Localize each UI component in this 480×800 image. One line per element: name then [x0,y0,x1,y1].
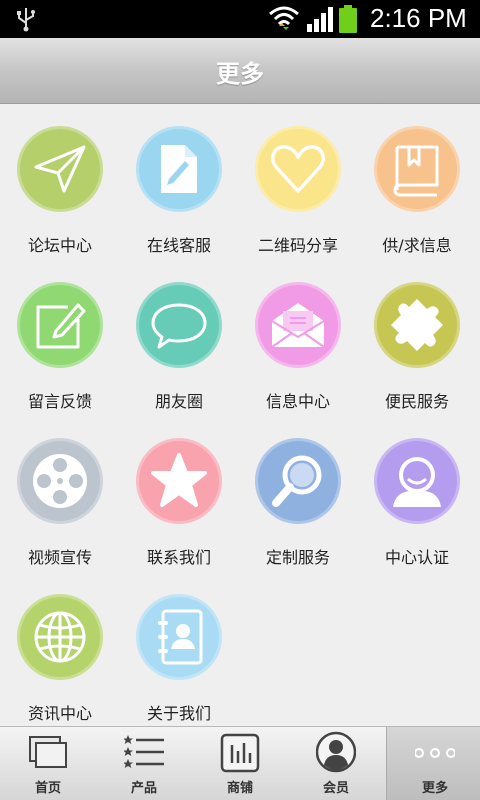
heart-icon [271,145,325,193]
more-dots-icon [415,748,455,758]
tile-message-center[interactable]: 信息中心 [238,260,358,416]
user-icon [393,457,441,507]
page-header: 更多 [0,38,480,104]
document-edit-icon [161,145,197,193]
tile-label: 二维码分享 [257,236,338,255]
tile-custom-service[interactable]: 定制服务 [238,416,358,572]
tile-label: 定制服务 [265,548,330,567]
tile-circle [255,126,341,212]
tile-contact-us[interactable]: 联系我们 [119,416,239,572]
tab-products[interactable]: 产品 [96,727,192,800]
book-icon [393,145,439,197]
tile-circle [17,282,103,368]
tile-circle [136,282,222,368]
tile-label: 便民服务 [384,392,449,411]
tile-label: 论坛中心 [27,236,92,255]
tab-label: 首页 [34,781,61,796]
tile-circle [17,438,103,524]
tile-label: 联系我们 [146,548,211,567]
tab-label: 产品 [130,781,157,796]
tile-about-us[interactable]: 关于我们 [119,572,239,728]
tile-label: 资讯中心 [27,704,92,723]
envelope-icon [271,303,325,348]
tile-circle [255,438,341,524]
tab-label: 商铺 [226,781,253,796]
tile-label: 视频宣传 [27,548,92,567]
wifi-icon [269,6,299,30]
status-time: 2:16 PM [370,3,467,33]
tile-label: 在线客服 [146,236,211,255]
tile-moments[interactable]: 朋友圈 [119,260,239,416]
tile-circle [136,438,222,524]
tile-feedback[interactable]: 留言反馈 [0,260,120,416]
battery-icon [339,5,357,33]
contacts-book-icon [158,609,203,665]
bottom-tab-bar: 首页 产品 商铺 会员 更多 [0,726,480,800]
tile-supply-demand[interactable]: 供/求信息 [357,104,477,260]
tile-online-service[interactable]: 在线客服 [119,104,239,260]
globe-icon [34,611,86,663]
puzzle-icon [391,299,443,351]
feature-grid: 论坛中心 在线客服 二维码分享 供/求信息 留言反馈 朋友圈 信息中心 便民服务… [0,104,480,726]
tab-more[interactable]: 更多 [386,727,480,800]
tab-home[interactable]: 首页 [0,727,96,800]
tile-center-certification[interactable]: 中心认证 [357,416,477,572]
tile-label: 中心认证 [384,548,449,567]
tile-circle [136,126,222,212]
usb-icon [17,8,35,32]
tile-circle [374,282,460,368]
star-icon [151,453,207,507]
tile-circle [17,126,103,212]
tab-label: 更多 [421,781,448,796]
tab-member[interactable]: 会员 [288,727,384,800]
tile-circle [17,594,103,680]
tab-label: 会员 [322,781,349,796]
tile-video[interactable]: 视频宣传 [0,416,120,572]
tab-shop[interactable]: 商铺 [192,727,288,800]
note-edit-icon [36,303,86,349]
film-reel-icon [33,454,87,508]
tile-label: 朋友圈 [154,392,203,411]
signal-icon [307,7,333,32]
member-icon [316,731,356,773]
tile-forum[interactable]: 论坛中心 [0,104,120,260]
tile-label: 信息中心 [265,392,330,411]
home-cards-icon [29,736,67,768]
speech-bubble-icon [151,303,207,349]
tile-circle [255,282,341,368]
tile-circle [374,438,460,524]
magnifier-icon [272,455,322,507]
tile-convenience-service[interactable]: 便民服务 [357,260,477,416]
paper-plane-icon [34,145,86,193]
page-title: 更多 [216,60,264,88]
tile-label: 留言反馈 [27,392,92,411]
status-bar: 2:16 PM [0,0,480,38]
tile-news-center[interactable]: 资讯中心 [0,572,120,728]
shop-chart-icon [220,733,260,773]
starred-list-icon [124,735,164,768]
tile-label: 关于我们 [146,704,211,723]
tile-circle [374,126,460,212]
tile-label: 供/求信息 [382,236,452,255]
tile-qrcode-share[interactable]: 二维码分享 [238,104,358,260]
tile-circle [136,594,222,680]
